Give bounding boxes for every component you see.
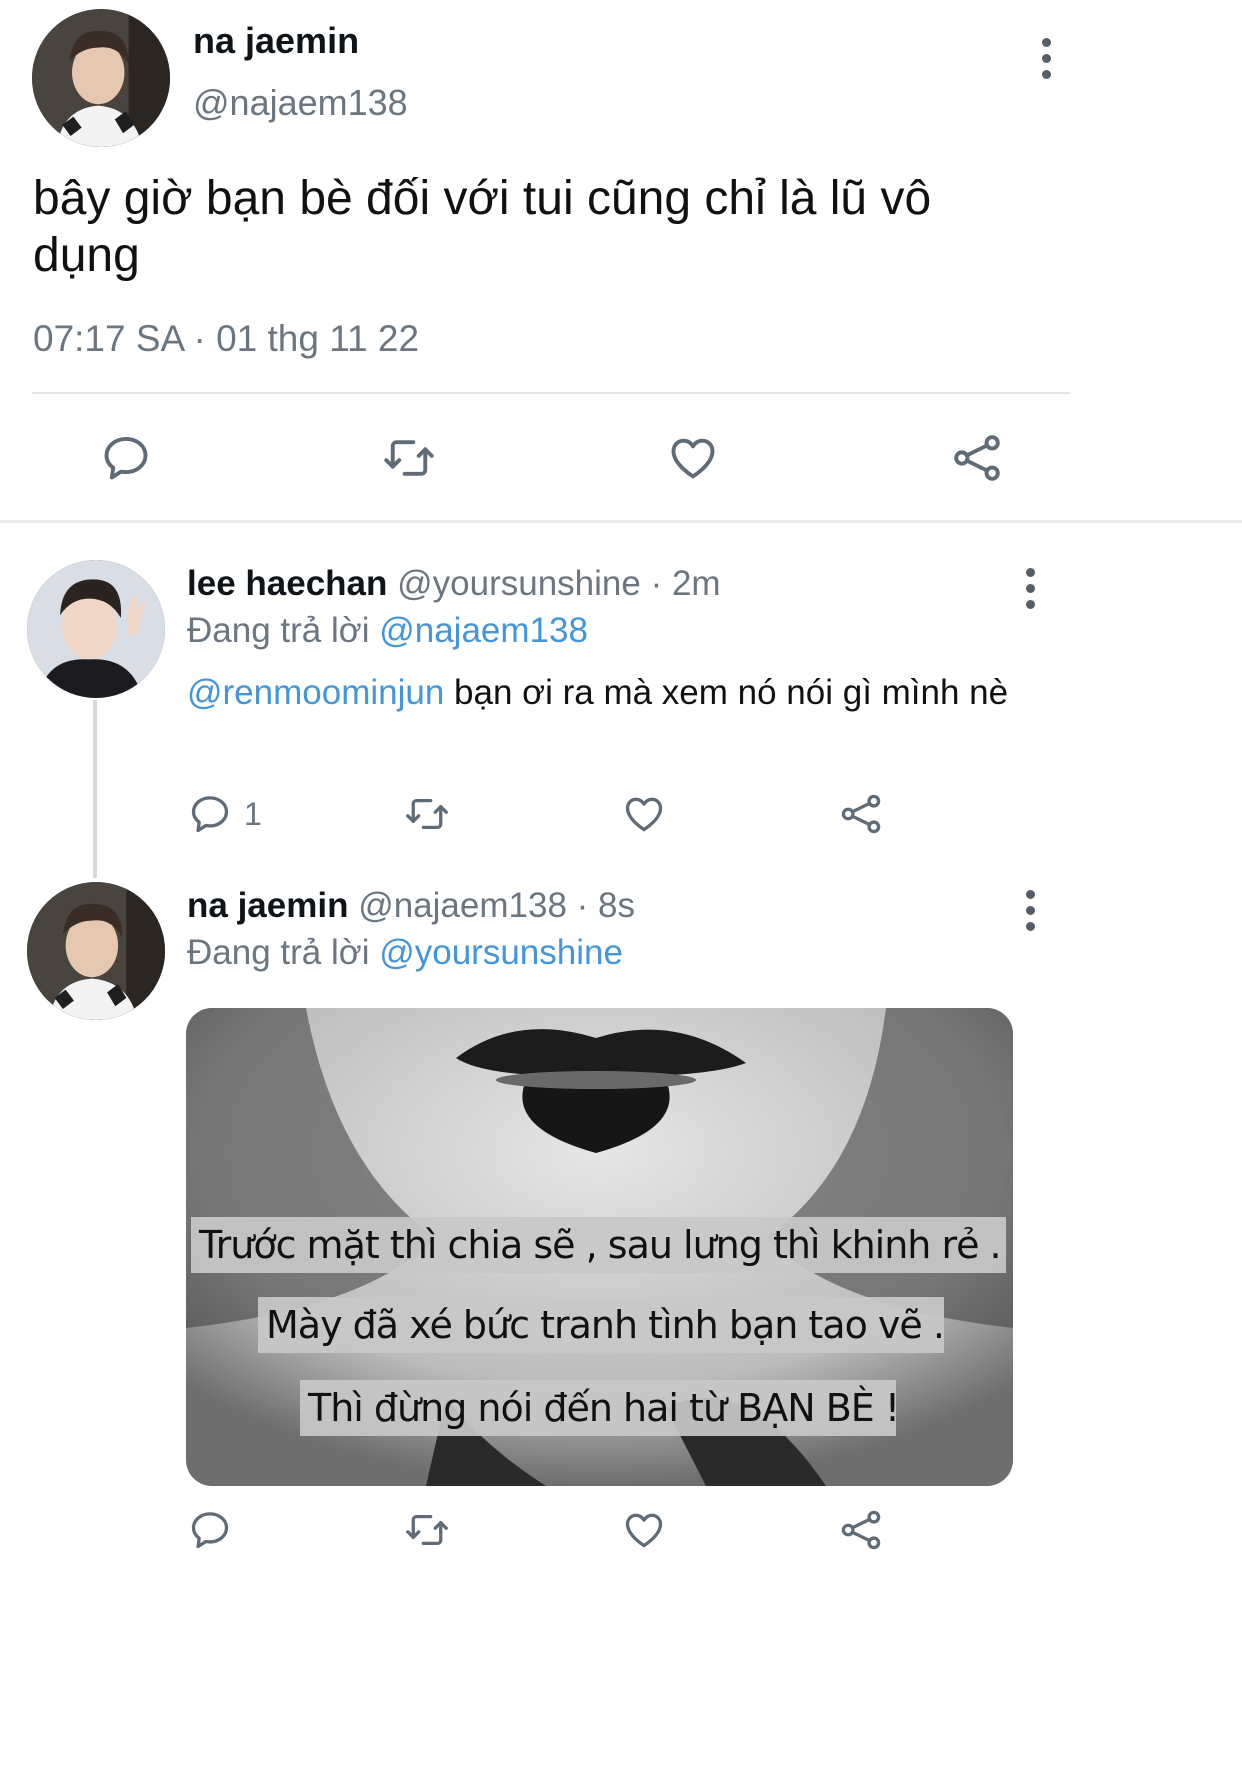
heart-icon: [625, 1513, 663, 1548]
more-options-icon[interactable]: [1024, 890, 1036, 931]
replying-to-handle[interactable]: @yoursunshine: [379, 933, 623, 972]
heart-icon: [625, 797, 663, 832]
retweet-icon: [384, 440, 434, 476]
retweet-button[interactable]: [402, 792, 452, 836]
reply-avatar[interactable]: [27, 882, 165, 1020]
thread-line: [93, 700, 97, 878]
main-tweet-avatar[interactable]: [32, 9, 170, 147]
reply-header: na jaemin @najaem138 · 8s: [187, 886, 635, 926]
reply-icon: [191, 1512, 229, 1549]
heart-icon: [671, 438, 715, 479]
reply-avatar[interactable]: [27, 560, 165, 698]
section-divider: [0, 520, 1242, 523]
retweet-button[interactable]: [402, 1508, 452, 1552]
more-options-icon[interactable]: [1024, 568, 1036, 609]
replying-to-line: Đang trả lời @najaem138: [187, 611, 588, 651]
retweet-icon: [406, 1514, 448, 1546]
caption-line-3: Thì đừng nói đến hai từ BẠN BÈ !: [300, 1380, 896, 1436]
retweet-icon: [406, 798, 448, 830]
replying-to-prefix: Đang trả lời: [187, 933, 370, 972]
share-button[interactable]: [838, 792, 884, 836]
retweet-button[interactable]: [381, 432, 437, 484]
like-button[interactable]: [621, 792, 667, 836]
caption-line-2: Mày đã xé bức tranh tình bạn tao vẽ ..: [258, 1297, 944, 1353]
reply-display-name[interactable]: lee haechan: [187, 564, 387, 603]
caption-line-1: Trước mặt thì chia sẽ , sau lưng thì khi…: [191, 1217, 1006, 1273]
replying-to-prefix: Đang trả lời: [187, 611, 370, 650]
more-options-icon[interactable]: [1040, 38, 1052, 79]
reply-handle-time[interactable]: @najaem138 · 8s: [358, 886, 635, 925]
share-button[interactable]: [838, 1508, 884, 1552]
reply-body-text: bạn ơi ra mà xem nó nói gì mình nè: [454, 673, 1009, 712]
reply-icon: [191, 796, 229, 833]
attached-image[interactable]: Trước mặt thì chia sẽ , sau lưng thì khi…: [186, 1008, 1013, 1486]
replying-to-line: Đang trả lời @yoursunshine: [187, 933, 623, 973]
share-icon: [841, 1510, 881, 1550]
reply-icon: [104, 436, 148, 480]
reply-display-name[interactable]: na jaemin: [187, 886, 348, 925]
reply-header: lee haechan @yoursunshine · 2m: [187, 564, 721, 604]
like-button[interactable]: [621, 1508, 667, 1552]
share-icon: [841, 794, 881, 834]
main-tweet-text: bây giờ bạn bè đối với tui cũng chỉ là l…: [33, 172, 932, 282]
share-icon: [954, 435, 1000, 481]
reply-button[interactable]: [100, 432, 152, 484]
main-tweet-handle[interactable]: @najaem138: [193, 82, 408, 124]
share-button[interactable]: [950, 432, 1004, 484]
divider: [32, 392, 1070, 394]
reply-text: @renmoominjun bạn ơi ra mà xem nó nói gì…: [187, 670, 1057, 716]
reply-button[interactable]: 1: [188, 792, 262, 836]
replying-to-handle[interactable]: @najaem138: [379, 611, 588, 650]
mention-link[interactable]: @renmoominjun: [187, 673, 444, 712]
reply-button[interactable]: [188, 1508, 232, 1552]
main-tweet-display-name[interactable]: na jaemin: [193, 20, 359, 62]
main-tweet-timestamp[interactable]: 07:17 SA · 01 thg 11 22: [33, 318, 419, 360]
reply-count: 1: [244, 795, 262, 832]
like-button[interactable]: [666, 432, 720, 484]
reply-handle-time[interactable]: @yoursunshine · 2m: [397, 564, 720, 603]
